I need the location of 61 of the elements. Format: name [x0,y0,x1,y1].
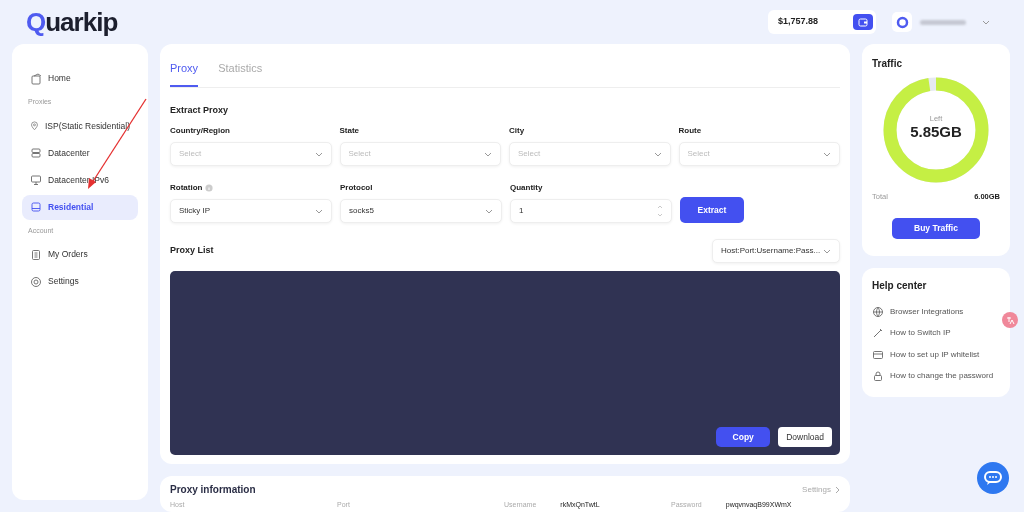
field-label: Quantity [510,182,543,194]
blurred-username [920,19,966,25]
select-field[interactable]: Sticky IP [170,199,332,223]
chevron-down-icon[interactable] [982,19,990,25]
monitor-icon [30,174,42,186]
sidebar-item[interactable]: Home [22,66,138,91]
field-label: Country/Region [170,125,230,137]
lock-icon [872,370,884,383]
chevron-down-icon [484,151,492,157]
card-icon [872,348,884,361]
chevron-down-icon [485,208,493,214]
help-link[interactable]: Browser Integrations [872,301,1000,323]
left-value: 5.85GB [909,124,963,141]
card-title: Traffic [872,57,903,71]
gear-icon [30,275,42,288]
field-label: Protocol [340,182,373,194]
field-label: State [339,125,360,137]
sidebar-item[interactable]: Datacenter [22,140,138,166]
chevron-down-icon [653,151,662,157]
sidebar-item[interactable]: ISP(Static Residential) [22,113,138,139]
globe-icon [872,305,884,318]
buy-traffic-button[interactable]: Buy Traffic [892,218,980,240]
chevron-down-icon [315,208,323,214]
spinner-icon[interactable] [657,204,663,218]
chevron-down-icon [823,248,831,254]
card-title: Help center [872,279,928,293]
document-icon [30,248,42,261]
logo: Quarkip [26,9,118,35]
format-select[interactable]: Host:Port:Username:Pass... [712,239,840,263]
quantity-input[interactable]: 1 [510,199,672,223]
field-label: Rotation [170,182,203,194]
info-icon[interactable] [205,184,214,192]
sidebar-item[interactable]: Residential [22,194,138,220]
home-icon [30,72,42,85]
field-label: Route [678,125,702,137]
link-icon [872,327,884,340]
copy-button[interactable]: Copy [716,427,771,447]
chevron-right-icon[interactable] [835,486,840,494]
chat-icon[interactable] [977,462,1009,494]
extract-button[interactable]: Extract [680,197,744,223]
section-title: Proxy List [170,244,214,258]
chevron-down-icon [823,151,831,157]
help-link[interactable]: How to set up IP whitelist [872,344,1000,366]
help-link[interactable]: How to change the password [872,365,1000,387]
download-button[interactable]: Download [778,427,832,447]
location-pin-icon [30,120,39,132]
sidebar-item[interactable]: Settings [22,269,138,294]
select-field[interactable]: socks5 [340,199,502,223]
card-title: Proxy information [170,484,256,496]
server-icon [30,147,42,159]
help-link[interactable]: How to Switch IP [872,322,1000,344]
wallet-icon[interactable] [853,14,873,30]
sidebar-item[interactable]: My Orders [22,242,138,267]
chevron-down-icon [314,151,323,157]
window-icon [30,201,42,213]
field-label: City [509,125,525,137]
section-title: Extract Proxy [170,103,230,117]
tab[interactable]: Proxy [170,44,199,87]
avatar-icon[interactable] [892,12,912,32]
translate-icon[interactable] [1002,312,1018,328]
balance-display: $1,757.88 [768,10,876,34]
